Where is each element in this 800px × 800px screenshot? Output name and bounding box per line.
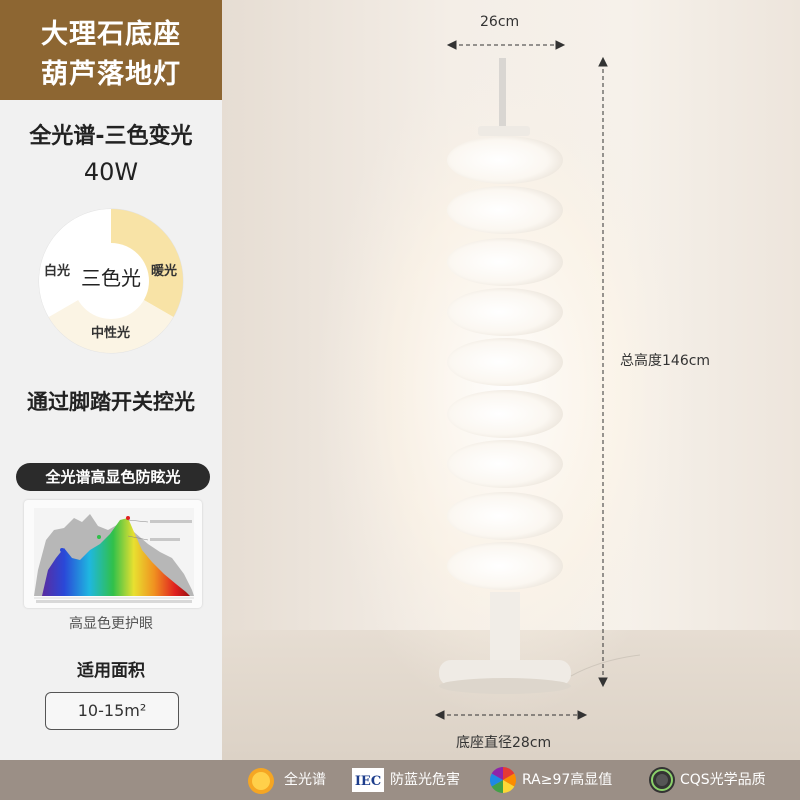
warm-light-label: 暖光 — [151, 264, 178, 279]
tri-color-center: 三色光 — [81, 266, 141, 290]
title-line-2: 葫芦落地灯 — [41, 59, 181, 90]
product-image: 大理石底座 葫芦落地灯 全光谱-三色变光 40W 白光 暖光 中性光 三色光 通… — [0, 0, 800, 800]
svg-text:IEC: IEC — [355, 774, 381, 789]
color-wheel-icon — [490, 767, 516, 793]
info-panel: 大理石底座 葫芦落地灯 全光谱-三色变光 40W 白光 暖光 中性光 三色光 通… — [0, 0, 222, 760]
area-title: 适用面积 — [77, 661, 145, 681]
base-dimension: 底座直径28cm — [456, 735, 552, 751]
iec-icon: IEC — [352, 768, 384, 792]
spectrum-badge: 全光谱高显色防眩光 — [16, 463, 210, 491]
lamp-illustration — [315, 40, 695, 720]
spectrum-caption: 高显色更护眼 — [69, 616, 153, 632]
foot-switch-feature: 通过脚踏开关控光 — [27, 390, 195, 414]
title-line-1: 大理石底座 — [41, 19, 181, 50]
badge-blue-light: 防蓝光危害 — [390, 772, 460, 788]
white-light-label: 白光 — [44, 264, 71, 279]
badge-bar: 全光谱 IEC 防蓝光危害 RA≥97高显值 CQS光学品质 — [0, 760, 800, 800]
width-dimension: 26cm — [480, 14, 520, 30]
power-spec: 40W — [83, 158, 139, 186]
spectrum-spec: 全光谱-三色变光 — [29, 124, 193, 149]
title-box: 大理石底座 葫芦落地灯 — [0, 0, 222, 100]
height-dimension: 总高度146cm — [620, 353, 711, 369]
neutral-light-label: 中性光 — [91, 326, 131, 341]
area-value: 10-15m² — [45, 692, 179, 730]
sun-icon — [248, 768, 274, 794]
lamp-discs — [447, 136, 563, 590]
spectrum-graphic — [34, 508, 194, 603]
badge-cqs: CQS光学品质 — [680, 772, 766, 788]
badge-full-spectrum: 全光谱 — [284, 772, 326, 788]
badge-ra: RA≥97高显值 — [522, 772, 613, 788]
spectrum-chart — [24, 500, 202, 608]
cqs-icon — [649, 767, 675, 793]
